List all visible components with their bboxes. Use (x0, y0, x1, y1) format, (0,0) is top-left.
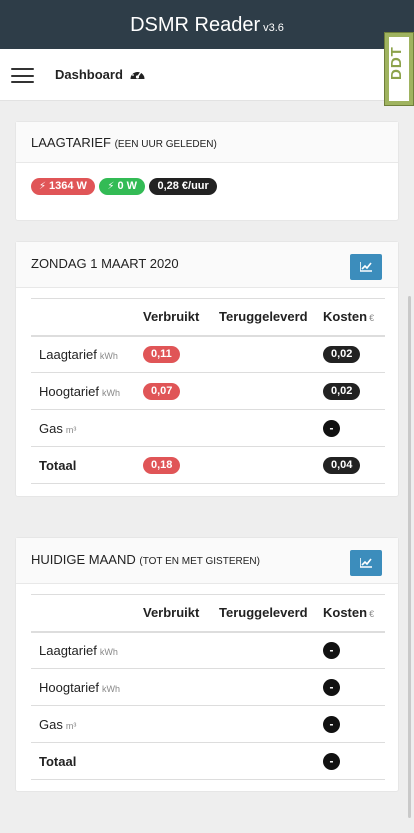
table-row: Laagtarief kWh 0,11 0,02 (31, 335, 385, 373)
month-table: Verbruikt Teruggeleverd Kosten € Laagtari… (31, 594, 385, 780)
cost-badge: 0,02 (323, 345, 361, 363)
power-consumed-badge: ⚡ 1364 W (31, 178, 95, 196)
month-panel-subtitle: (tot en met gisteren) (139, 556, 260, 567)
table-row: Laagtarief kWh - (31, 631, 385, 669)
consumed-badge: 0,18 (143, 456, 181, 474)
price-badge: 0,28 €/uur (149, 178, 217, 196)
app-version: v3.6 (263, 22, 284, 34)
col-kosten: Kosten € (323, 298, 385, 337)
bolt-icon: ⚡ (107, 181, 115, 193)
month-chart-button[interactable] (350, 550, 382, 576)
month-panel-header: Huidige maand (tot en met gisteren) (16, 538, 398, 584)
tariff-panel-subtitle: (een uur geleden) (114, 139, 217, 150)
tariff-panel: Laagtarief (een uur geleden) ⚡ 1364 W ⚡ 0 … (15, 121, 399, 221)
nav-dashboard-label[interactable]: Dashboard (55, 67, 123, 82)
today-panel-header: Zondag 1 maart 2020 (16, 242, 398, 288)
cost-dot: - (323, 752, 340, 770)
row-label: Gas (39, 420, 63, 436)
row-label: Laagtarief (39, 346, 97, 362)
row-label: Laagtarief (39, 642, 97, 658)
power-returned-badge: ⚡ 0 W (99, 178, 145, 196)
page-scrollbar[interactable] (408, 296, 411, 818)
row-label: Hoogtarief (39, 679, 99, 695)
table-row: Gas m³ - (31, 409, 385, 447)
cost-dot: - (323, 419, 340, 437)
cost-dot: - (323, 641, 340, 659)
chart-icon (360, 262, 372, 272)
row-label: Totaal (39, 457, 77, 473)
col-kosten: Kosten € (323, 594, 385, 633)
bolt-icon: ⚡ (39, 181, 47, 193)
table-row: Totaal - (31, 742, 385, 780)
consumed-badge: 0,07 (143, 382, 181, 400)
col-teruggeleverd: Teruggeleverd (219, 298, 323, 337)
table-row: Gas m³ - (31, 705, 385, 743)
table-row: Hoogtarief kWh 0,07 0,02 (31, 372, 385, 410)
cost-badge: 0,04 (323, 456, 361, 474)
month-table-header-row: Verbruikt Teruggeleverd Kosten € (31, 594, 385, 633)
tariff-panel-header: Laagtarief (een uur geleden) (16, 122, 398, 163)
row-label: Hoogtarief (39, 383, 99, 399)
today-panel-title: Zondag 1 maart 2020 (31, 256, 179, 271)
tariff-panel-title: Laagtarief (31, 135, 111, 150)
row-label: Totaal (39, 753, 77, 769)
dashboard-gauge-icon (130, 69, 145, 79)
row-label: Gas (39, 716, 63, 732)
month-panel-title: Huidige maand (31, 552, 136, 567)
menu-icon[interactable] (11, 68, 34, 83)
table-row: Totaal 0,18 0,04 (31, 446, 385, 484)
col-verbruikt: Verbruikt (143, 298, 219, 337)
today-panel: Zondag 1 maart 2020 Verbruikt Teruggelev… (15, 241, 399, 497)
app-header: DSMR Reader v3.6 (0, 0, 414, 49)
cost-dot: - (323, 715, 340, 733)
table-row: Hoogtarief kWh - (31, 668, 385, 706)
today-table: Verbruikt Teruggeleverd Kosten € Laagtari… (31, 298, 385, 484)
col-verbruikt: Verbruikt (143, 594, 219, 633)
ddt-logo-text: DDT (388, 46, 405, 80)
month-panel: Huidige maand (tot en met gisteren) Verb… (15, 537, 399, 792)
cost-dot: - (323, 678, 340, 696)
today-chart-button[interactable] (350, 254, 382, 280)
cost-badge: 0,02 (323, 382, 361, 400)
consumed-badge: 0,11 (143, 345, 180, 363)
navbar: Dashboard (0, 49, 414, 101)
today-table-header-row: Verbruikt Teruggeleverd Kosten € (31, 298, 385, 337)
col-teruggeleverd: Teruggeleverd (219, 594, 323, 633)
tariff-badges: ⚡ 1364 W ⚡ 0 W 0,28 €/uur (31, 178, 217, 196)
chart-icon (360, 558, 372, 568)
ddt-brand-strip: DDT (384, 32, 414, 106)
app-title: DSMR Reader v3.6 (130, 14, 284, 36)
